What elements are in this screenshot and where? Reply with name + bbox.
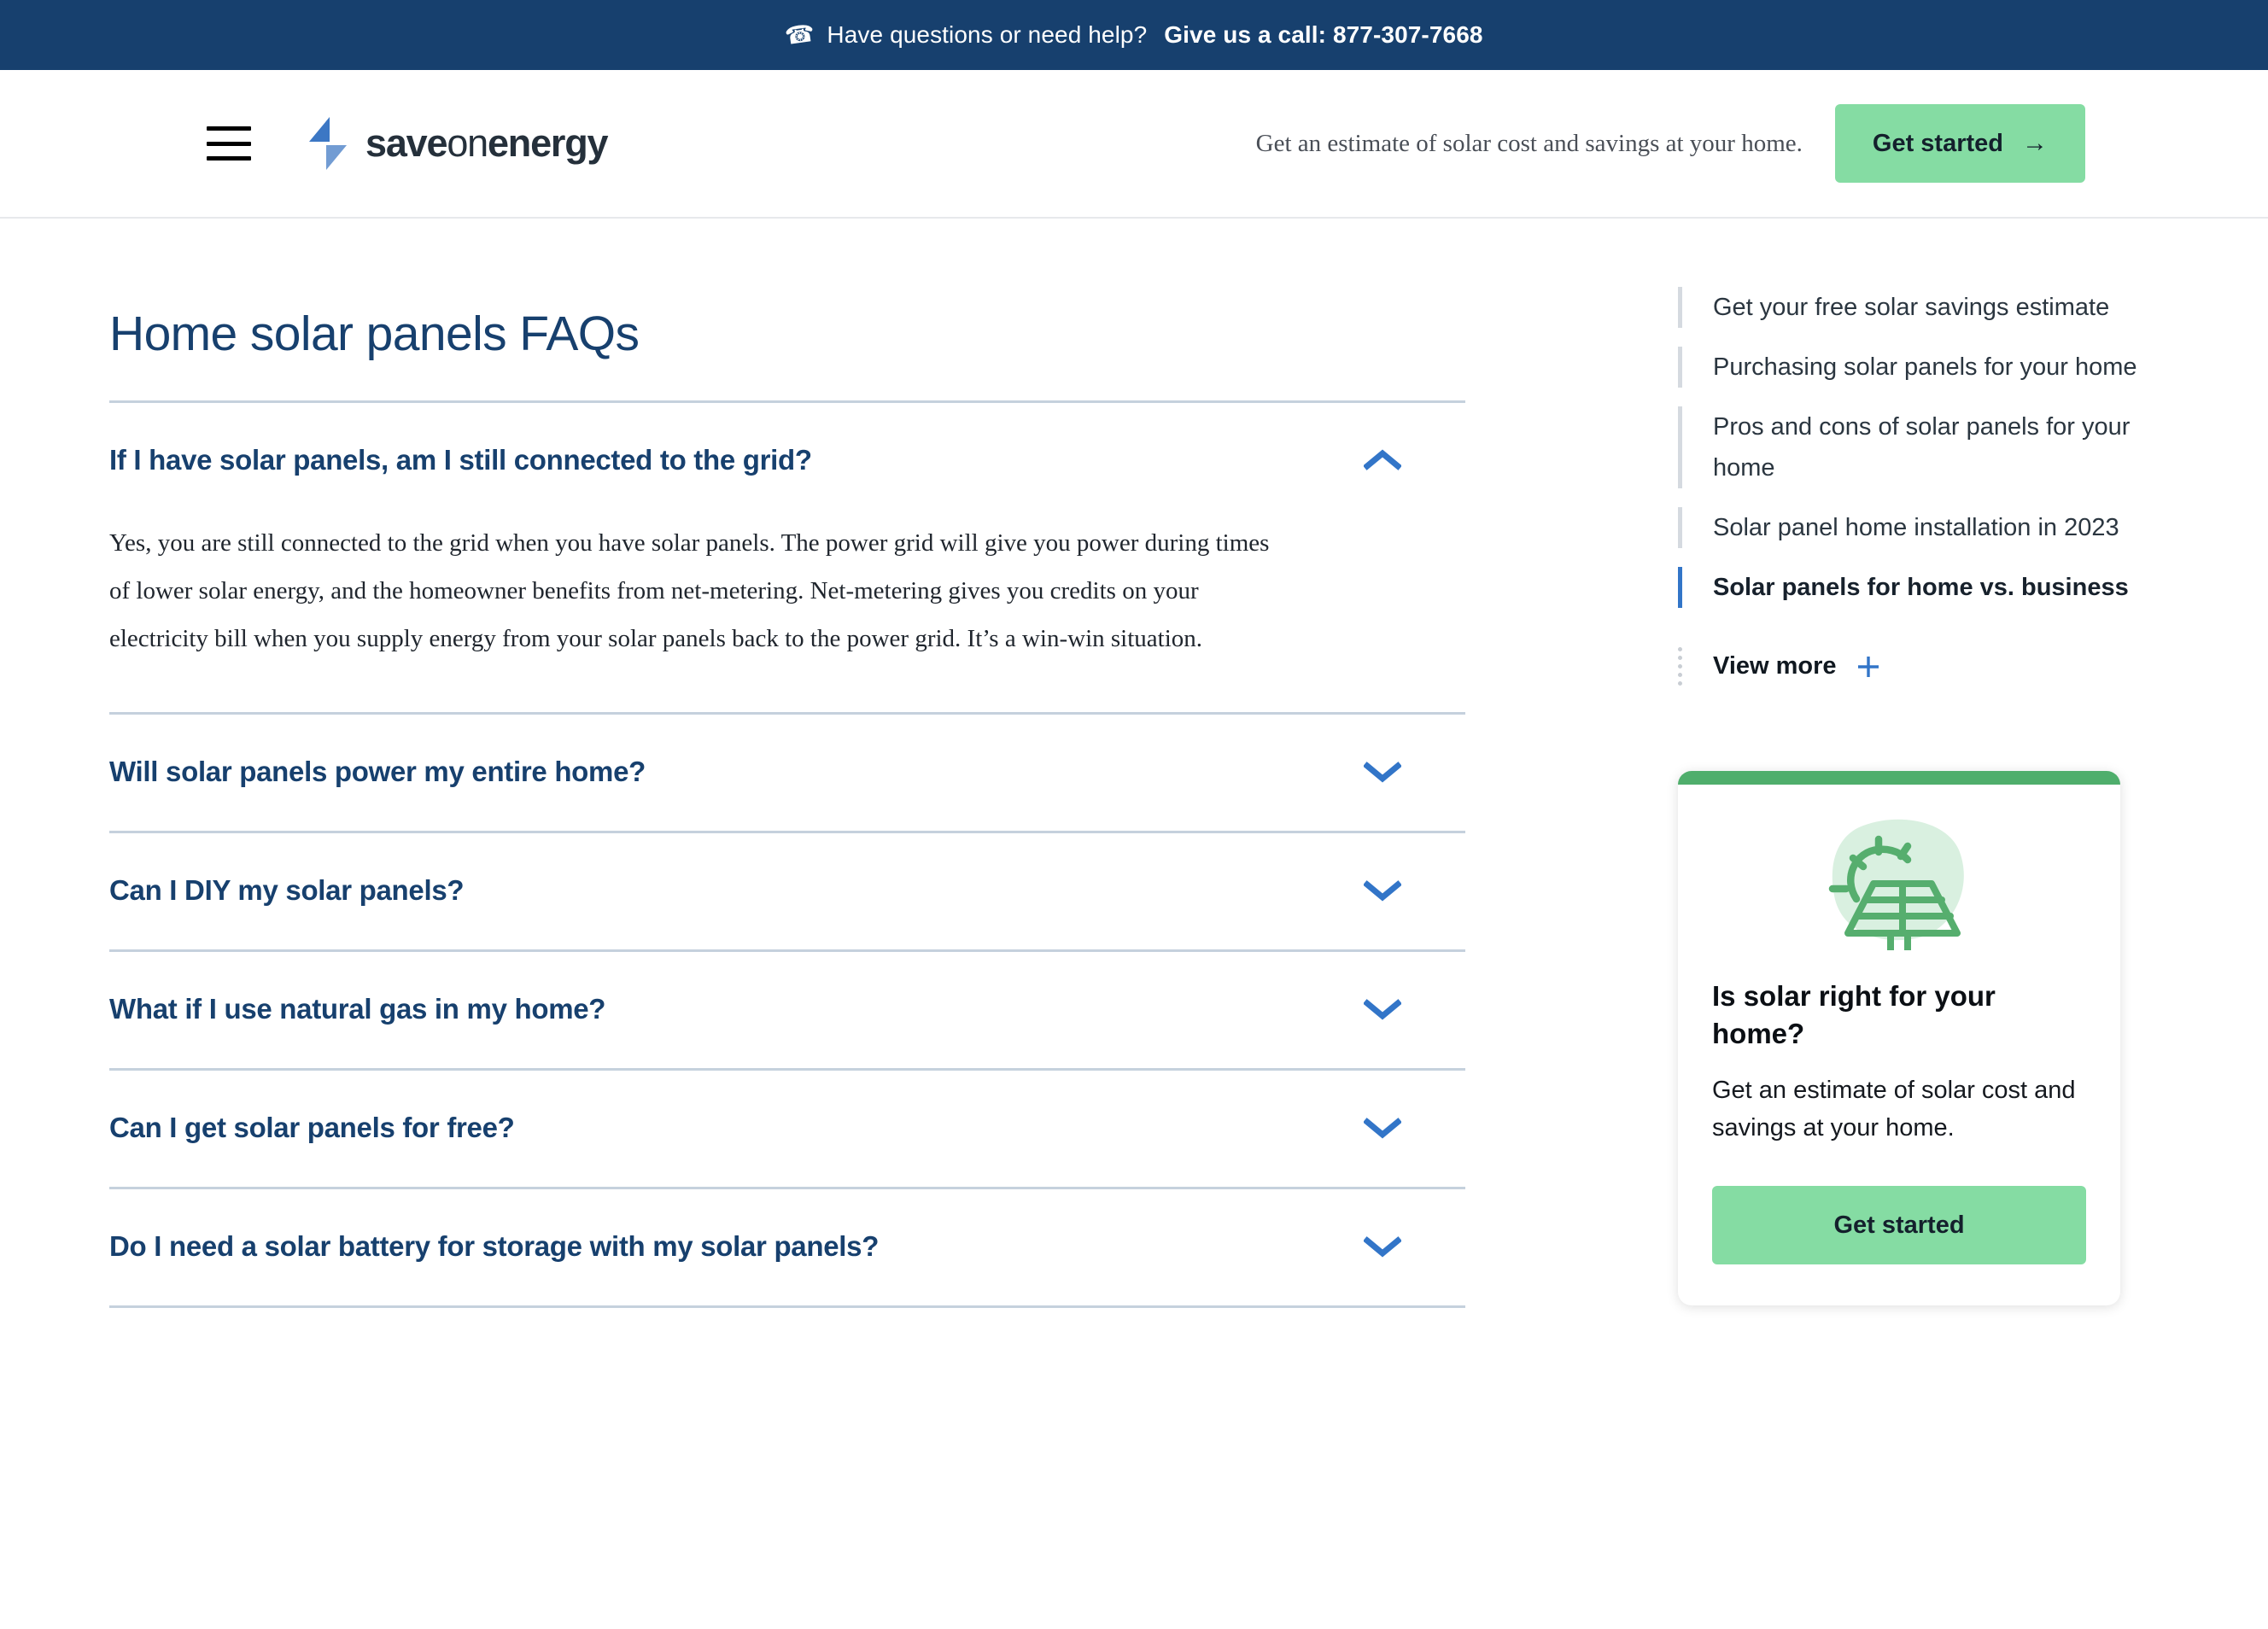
page-title: Home solar panels FAQs — [109, 307, 640, 361]
divider — [109, 1305, 1465, 1308]
hamburger-menu-icon[interactable] — [207, 126, 251, 161]
faq-question-toggle[interactable]: Will solar panels power my entire home? — [109, 715, 1465, 831]
call-us-link[interactable]: Give us a call: 877-307-7668 — [1164, 21, 1482, 49]
faq-question-label: Can I DIY my solar panels? — [109, 874, 465, 906]
promo-icon-wrap — [1712, 814, 2086, 950]
faq-question-toggle[interactable]: If I have solar panels, am I still conne… — [109, 403, 1465, 519]
view-more-label: View more — [1713, 652, 1837, 680]
related-links-list: Get your free solar savings estimate Pur… — [1678, 287, 2268, 608]
faq-item: Do I need a solar battery for storage wi… — [109, 1189, 1465, 1308]
site-header: saveonenergy Get an estimate of solar co… — [0, 70, 2268, 219]
brand-logo-link[interactable]: saveonenergy — [304, 116, 609, 171]
hamburger-bar — [207, 141, 251, 146]
faq-question-label: Can I get solar panels for free? — [109, 1112, 515, 1143]
promo-get-started-button[interactable]: Get started — [1712, 1186, 2086, 1264]
solar-panel-sun-icon — [1828, 819, 1964, 950]
faq-answer-text: Yes, you are still connected to the grid… — [109, 529, 1270, 652]
sidebar-item-label: Get your free solar savings estimate — [1713, 294, 2110, 321]
brand-word-energy: energy — [487, 121, 609, 165]
hamburger-bar — [207, 126, 251, 131]
sidebar-item-purchasing[interactable]: Purchasing solar panels for your home — [1678, 347, 2268, 388]
promo-card-body: Is solar right for your home? Get an est… — [1678, 785, 2120, 1305]
phone-icon: ☎ — [783, 19, 817, 50]
solar-promo-card: Is solar right for your home? Get an est… — [1678, 771, 2120, 1305]
header-blurb: Get an estimate of solar cost and saving… — [1255, 129, 1803, 157]
faq-item: Can I DIY my solar panels? — [109, 833, 1465, 952]
faq-item: Will solar panels power my entire home? — [109, 715, 1465, 833]
promo-description: Get an estimate of solar cost and saving… — [1712, 1077, 2076, 1141]
faq-item: What if I use natural gas in my home? — [109, 952, 1465, 1071]
faq-item: If I have solar panels, am I still conne… — [109, 403, 1465, 715]
sidebar-item-home-vs-business[interactable]: Solar panels for home vs. business — [1678, 567, 2268, 608]
chevron-down-icon[interactable] — [1364, 760, 1401, 784]
faq-question-label: If I have solar panels, am I still conne… — [109, 444, 812, 476]
help-banner-text: Have questions or need help? — [827, 21, 1148, 48]
brand-word-save: save — [365, 121, 448, 165]
plus-icon — [1857, 656, 1879, 677]
sidebar-item-pros-cons[interactable]: Pros and cons of solar panels for your h… — [1678, 406, 2268, 488]
main-content: Home solar panels FAQs If I have solar p… — [0, 253, 1605, 1629]
chevron-down-icon[interactable] — [1364, 1116, 1401, 1140]
sidebar-item-label: Purchasing solar panels for your home — [1713, 353, 2137, 381]
promo-title: Is solar right for your home? — [1712, 980, 1996, 1049]
arrow-right-icon: → — [2022, 129, 2048, 157]
faq-item: Can I get solar panels for free? — [109, 1071, 1465, 1189]
chevron-down-icon[interactable] — [1364, 1235, 1401, 1258]
faq-question-label: Will solar panels power my entire home? — [109, 756, 646, 787]
faq-question-label: Do I need a solar battery for storage wi… — [109, 1230, 880, 1262]
page-body: Home solar panels FAQs If I have solar p… — [0, 219, 2268, 1629]
header-get-started-label: Get started — [1872, 129, 2003, 157]
brand-word-on: on — [447, 121, 488, 165]
sidebar-item-label: Pros and cons of solar panels for your h… — [1713, 413, 2131, 482]
help-banner: ☎ Have questions or need help? Give us a… — [0, 0, 2268, 70]
brand-wordmark: saveonenergy — [365, 121, 609, 166]
faq-question-toggle[interactable]: Can I DIY my solar panels? — [109, 833, 1465, 949]
promo-accent-bar — [1678, 771, 2120, 785]
sidebar-item-label: Solar panels for home vs. business — [1713, 574, 2129, 601]
view-more-button[interactable]: View more — [1678, 647, 1881, 686]
sidebar-item-free-estimate[interactable]: Get your free solar savings estimate — [1678, 287, 2268, 328]
faq-question-toggle[interactable]: Do I need a solar battery for storage wi… — [109, 1189, 1465, 1305]
sidebar-item-installation[interactable]: Solar panel home installation in 2023 — [1678, 507, 2268, 548]
help-banner-content: ☎ Have questions or need help? Give us a… — [783, 19, 1482, 50]
header-get-started-button[interactable]: Get started → — [1834, 104, 2085, 183]
sidebar: Get your free solar savings estimate Pur… — [1605, 253, 2268, 1629]
chevron-down-icon[interactable] — [1364, 997, 1401, 1021]
saveonenergy-bolt-logo — [309, 117, 347, 170]
chevron-down-icon[interactable] — [1364, 879, 1401, 902]
sidebar-item-label: Solar panel home installation in 2023 — [1713, 514, 2119, 541]
hamburger-bar — [207, 156, 251, 161]
faq-question-toggle[interactable]: Can I get solar panels for free? — [109, 1071, 1465, 1187]
faq-question-toggle[interactable]: What if I use natural gas in my home? — [109, 952, 1465, 1068]
chevron-up-icon[interactable] — [1364, 448, 1401, 472]
faq-question-label: What if I use natural gas in my home? — [109, 993, 606, 1025]
